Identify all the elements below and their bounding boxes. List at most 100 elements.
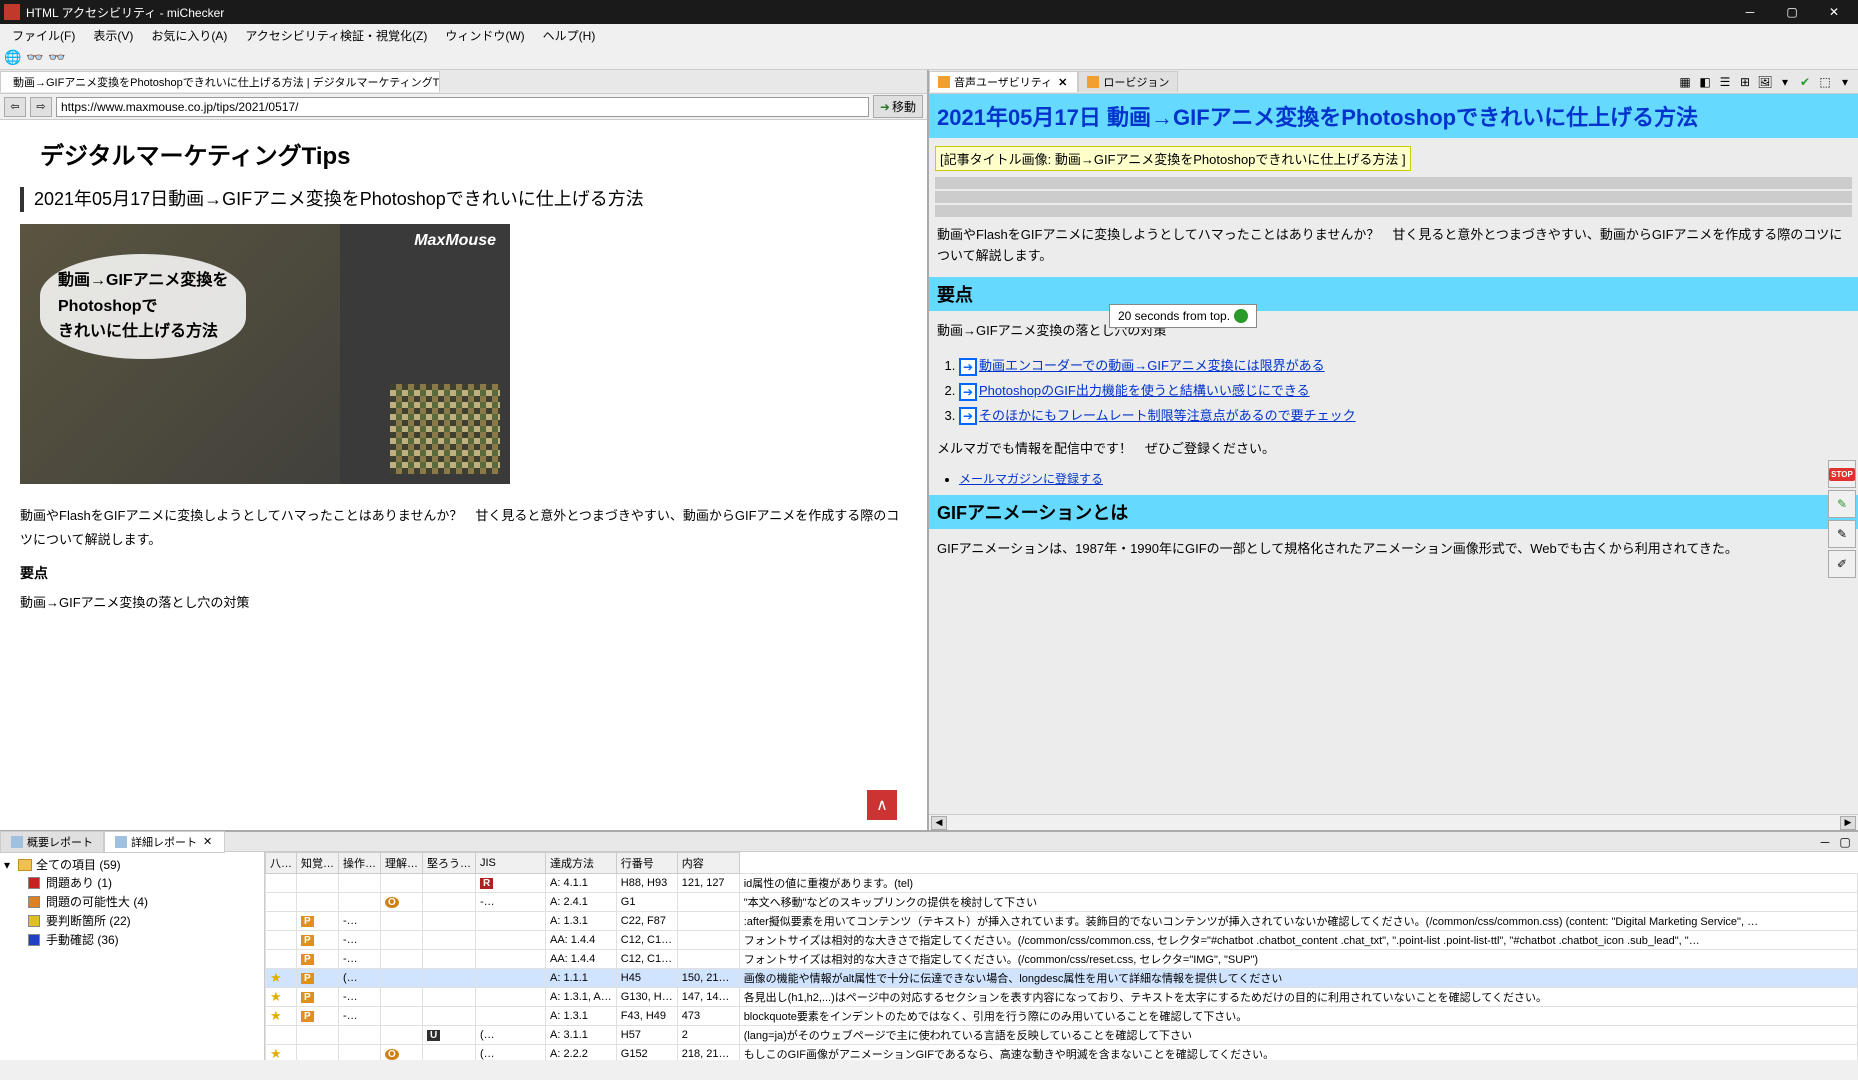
table-row[interactable]: U(…A: 3.1.1H572(lang=ja)がそのウェブページで主に使われて… xyxy=(266,1026,1858,1045)
sim-link[interactable]: そのほかにもフレームレート制限等注意点があるので要チェック xyxy=(979,408,1356,423)
browser-tab[interactable]: 動画→GIFアニメ変換をPhotoshopできれいに仕上げる方法 | デジタルマ… xyxy=(0,71,440,92)
horizontal-scrollbar[interactable]: ◀ ▶ xyxy=(929,814,1858,830)
address-bar-row: ⇦ ⇨ ➜ 移動 xyxy=(0,94,927,120)
column-header[interactable]: 内容 xyxy=(677,853,739,874)
image-icon[interactable]: 🖼 xyxy=(1756,73,1774,91)
link-arrow-icon: ➔ xyxy=(959,358,977,376)
sim-paragraph: GIFアニメーションは、1987年・1990年にGIFの一部として規格化されたア… xyxy=(929,533,1858,566)
summary-sub: 動画→GIFアニメ変換の落とし穴の対策 xyxy=(20,591,907,614)
check-icon[interactable]: ✔ xyxy=(1796,73,1814,91)
hero-brand-label: MaxMouse xyxy=(414,232,496,250)
menu-help[interactable]: ヘルプ(H) xyxy=(535,25,604,46)
issue-grid-panel[interactable]: 八…知覚…操作…理解…堅ろう…JIS達成方法行番号内容 RA: 4.1.1H88… xyxy=(265,852,1858,1060)
table-row[interactable]: RA: 4.1.1H88, H93121, 127id属性の値に重複があります。… xyxy=(266,874,1858,893)
status-dot-icon xyxy=(1234,309,1248,323)
menu-accessibility[interactable]: アクセシビリティ検証・視覚化(Z) xyxy=(237,25,435,46)
table-row[interactable]: ★P(…A: 1.1.1H45150, 21…画像の機能や情報がalt属性で十分… xyxy=(266,969,1858,988)
glasses-amber-icon[interactable]: 👓 xyxy=(48,49,66,67)
menubar: ファイル(F) 表示(V) お気に入り(A) アクセシビリティ検証・視覚化(Z)… xyxy=(0,24,1858,46)
intro-paragraph: 動画やFlashをGIFアニメに変換しようとしてハマったことはありませんか？ 甘… xyxy=(20,504,907,551)
column-header[interactable]: 知覚… xyxy=(297,853,339,874)
dropdown-icon[interactable]: ▾ xyxy=(1776,73,1794,91)
html-icon[interactable]: ⬚ xyxy=(1816,73,1834,91)
tree-collapse-icon[interactable]: ▾ xyxy=(4,858,14,872)
column-header[interactable]: 達成方法 xyxy=(546,853,617,874)
column-header[interactable]: JIS xyxy=(476,853,546,874)
nav-back-button[interactable]: ⇦ xyxy=(4,97,26,117)
browser-viewport[interactable]: デジタルマーケティングTips 2021年05月17日動画→GIFアニメ変換をP… xyxy=(0,120,927,830)
window-close-button[interactable]: ✕ xyxy=(1814,1,1854,23)
severity-square-icon xyxy=(28,915,40,927)
list-item: ➔PhotoshopのGIF出力機能を使うと結構いい感じにできる xyxy=(959,380,1828,401)
scroll-left-button[interactable]: ◀ xyxy=(931,816,947,830)
tab-voice-usability[interactable]: 音声ユーザビリティ ✕ xyxy=(929,71,1078,92)
tree-item[interactable]: 手動確認 (36) xyxy=(28,930,260,949)
link-arrow-icon: ➔ xyxy=(959,383,977,401)
reading-time-tooltip: 20 seconds from top. xyxy=(1109,304,1257,328)
tab-detail-report[interactable]: 詳細レポート ✕ xyxy=(104,831,225,853)
more-icon[interactable]: ▾ xyxy=(1836,73,1854,91)
table-row[interactable]: P-…AA: 1.4.4C12, C1…フォントサイズは相対的な大きさで指定して… xyxy=(266,950,1858,969)
sim-link[interactable]: 動画エンコーダーでの動画→GIFアニメ変換には限界がある xyxy=(979,358,1325,373)
sim-link[interactable]: PhotoshopのGIF出力機能を使うと結構いい感じにできる xyxy=(979,383,1310,398)
table-row[interactable]: ★P-…A: 1.3.1, A…G130, H…147, 14…各見出し(h1,… xyxy=(266,988,1858,1007)
sim-paragraph: 動画やFlashをGIFアニメに変換しようとしてハマったことはありませんか？ 甘… xyxy=(929,219,1858,273)
tree-item[interactable]: 問題あり (1) xyxy=(28,873,260,892)
scroll-to-top-button[interactable]: ∧ xyxy=(867,790,897,820)
brush-gray-button[interactable]: ✎ xyxy=(1828,520,1856,548)
tree-root[interactable]: ▾ 全ての項目 (59) xyxy=(4,856,260,873)
sim-spacer xyxy=(935,205,1852,217)
column-header[interactable]: 理解… xyxy=(381,853,423,874)
sim-heading-2: 2021年05月17日 動画→GIFアニメ変換をPhotoshopできれいに仕上… xyxy=(929,94,1858,138)
column-header[interactable]: 堅ろう… xyxy=(423,853,476,874)
glasses-blue-icon[interactable]: 👓 xyxy=(26,49,44,67)
tree-root-label: 全ての項目 (59) xyxy=(36,856,121,873)
window-maximize-button[interactable]: ▢ xyxy=(1772,1,1812,23)
summary-heading: 要点 xyxy=(20,563,907,583)
minimize-panel-icon[interactable]: ─ xyxy=(1816,833,1834,851)
table-row[interactable]: P-…AA: 1.4.4C12, C1…フォントサイズは相対的な大きさで指定して… xyxy=(266,931,1858,950)
severity-square-icon xyxy=(28,896,40,908)
table-row[interactable]: O-…A: 2.4.1G1"本文へ移動"などのスキップリンクの提供を検討して下さ… xyxy=(266,893,1858,912)
column-header[interactable]: 八… xyxy=(266,853,297,874)
grid-icon[interactable]: ▦ xyxy=(1676,73,1694,91)
list-item: ➔動画エンコーダーでの動画→GIFアニメ変換には限界がある xyxy=(959,355,1828,376)
menu-view[interactable]: 表示(V) xyxy=(85,25,141,46)
menu-window[interactable]: ウィンドウ(W) xyxy=(437,25,532,46)
simulation-viewport[interactable]: 2021年05月17日 動画→GIFアニメ変換をPhotoshopできれいに仕上… xyxy=(929,94,1858,814)
menu-favorites[interactable]: お気に入り(A) xyxy=(143,25,235,46)
sim-spacer xyxy=(935,191,1852,203)
list-item: メールマガジンに登録する xyxy=(959,470,1828,487)
tab-close-button[interactable]: ✕ xyxy=(1056,76,1069,89)
star-icon: ★ xyxy=(270,989,282,1004)
tree-item[interactable]: 要判断箇所 (22) xyxy=(28,911,260,930)
stop-button[interactable]: STOP xyxy=(1828,460,1856,488)
list-icon[interactable]: ☰ xyxy=(1716,73,1734,91)
sim-link[interactable]: メールマガジンに登録する xyxy=(959,472,1103,486)
folder-icon xyxy=(18,859,32,871)
globe-icon[interactable]: 🌐 xyxy=(4,49,22,67)
table-row[interactable]: ★O(…A: 2.2.2G152218, 21…もしこのGIF画像がアニメーショ… xyxy=(266,1045,1858,1061)
tab-low-vision[interactable]: ロービジョン xyxy=(1078,71,1178,92)
column-header[interactable]: 操作… xyxy=(339,853,381,874)
nav-forward-button[interactable]: ⇨ xyxy=(30,97,52,117)
tab-summary-report[interactable]: 概要レポート xyxy=(0,831,104,853)
scroll-right-button[interactable]: ▶ xyxy=(1840,816,1856,830)
tree-item[interactable]: 問題の可能性大 (4) xyxy=(28,892,260,911)
url-input[interactable] xyxy=(56,97,869,117)
table-icon[interactable]: ⊞ xyxy=(1736,73,1754,91)
menu-file[interactable]: ファイル(F) xyxy=(4,25,83,46)
tab-close-button[interactable]: ✕ xyxy=(201,835,214,848)
table-row[interactable]: P-…A: 1.3.1C22, F87:after擬似要素を用いてコンテンツ（テ… xyxy=(266,912,1858,931)
brush-green-button[interactable]: ✎ xyxy=(1828,490,1856,518)
issues-table: 八…知覚…操作…理解…堅ろう…JIS達成方法行番号内容 RA: 4.1.1H88… xyxy=(265,852,1858,1060)
tree-item-label: 要判断箇所 (22) xyxy=(46,912,131,929)
go-button[interactable]: ➜ 移動 xyxy=(873,95,923,118)
layout-icon[interactable]: ◧ xyxy=(1696,73,1714,91)
column-header[interactable]: 行番号 xyxy=(616,853,677,874)
table-row[interactable]: ★P-…A: 1.3.1F43, H49473blockquote要素をインデン… xyxy=(266,1007,1858,1026)
sim-heading-3: 要点 xyxy=(929,277,1858,311)
pencil-button[interactable]: ✐ xyxy=(1828,550,1856,578)
maximize-panel-icon[interactable]: ▢ xyxy=(1836,833,1854,851)
window-minimize-button[interactable]: ─ xyxy=(1730,1,1770,23)
